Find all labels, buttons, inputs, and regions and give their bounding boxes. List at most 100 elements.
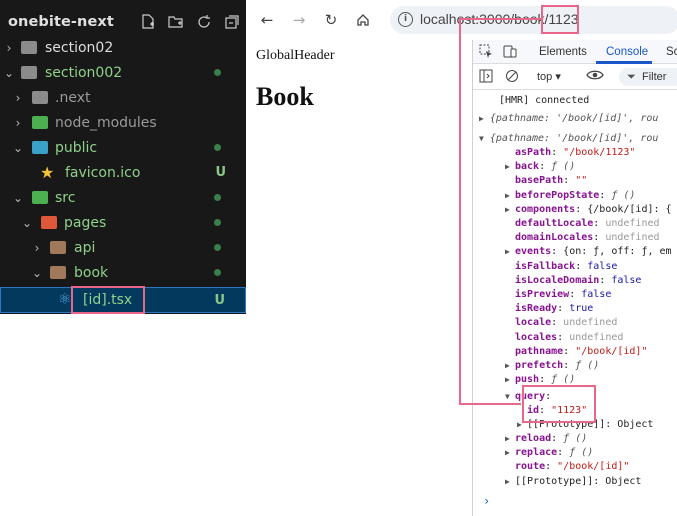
context-selector[interactable]: top ▾	[537, 70, 561, 83]
prop-value: true	[569, 303, 594, 315]
prop-value: false	[581, 289, 612, 300]
console-prop-row: route: "/book/[id]"	[515, 461, 630, 473]
prop-value: ƒ ()	[551, 161, 576, 173]
clear-console-icon[interactable]	[505, 69, 519, 86]
query-highlight-box	[522, 385, 596, 423]
tree-item-src[interactable]: ⌄ src	[0, 185, 246, 210]
next-folder-icon	[32, 91, 48, 104]
console-prop-row[interactable]: ▶ replace: ƒ ()	[505, 446, 593, 460]
reload-icon[interactable]: ↻	[320, 9, 342, 31]
tree-label: book	[74, 264, 109, 281]
new-folder-icon[interactable]	[162, 14, 190, 30]
filter-box[interactable]: ⏷ Filter	[619, 68, 677, 86]
prop-key: isLocaleDomain	[515, 274, 600, 286]
page-heading: Book	[256, 82, 314, 111]
tree-item-section002[interactable]: ⌄ section002	[0, 60, 246, 85]
tree-item-node-modules[interactable]: › node_modules	[0, 110, 246, 135]
home-icon[interactable]	[352, 9, 374, 31]
tab-sources[interactable]: Sc	[666, 46, 677, 58]
tab-elements[interactable]: Elements	[539, 46, 587, 58]
log-preview: {pathname: '/book/[id]', rou	[489, 113, 659, 124]
back-arrow-icon[interactable]: ←	[256, 9, 278, 31]
tree-label: favicon.ico	[65, 164, 141, 181]
console-prop-row[interactable]: ▶ events: {on: ƒ, off: ƒ, em	[505, 245, 672, 259]
prop-key: back	[515, 161, 540, 173]
code-folder-icon	[32, 191, 48, 204]
prop-key: components	[515, 203, 576, 215]
prop-value: {/book/[id]: {	[587, 203, 672, 215]
live-expression-eye-icon[interactable]	[586, 68, 604, 85]
console-prop-row[interactable]: ▶ components: {/book/[id]: {	[505, 203, 672, 217]
prop-value: ƒ ()	[611, 189, 636, 201]
outer-prototype[interactable]: ▶ [[Prototype]]: Object	[505, 475, 641, 489]
console-prop-row[interactable]: ▶ beforePopState: ƒ ()	[505, 189, 636, 203]
tree-item-pages[interactable]: ⌄ pages	[0, 210, 246, 235]
console-log-collapsed[interactable]: ▶ {pathname: '/book/[id]', rou	[479, 112, 658, 126]
new-file-icon[interactable]	[134, 14, 162, 30]
prop-key: asPath	[515, 147, 552, 158]
browser-toolbar: ← → ↻ i localhost:3000/book/1123	[248, 0, 677, 40]
tree-item-api[interactable]: › api	[0, 235, 246, 260]
filename-highlight-box	[71, 286, 145, 314]
refresh-icon[interactable]	[190, 14, 218, 30]
console-prop-row[interactable]: ▶ reload: ƒ ()	[505, 432, 588, 446]
log-preview: {pathname: '/book/[id]', rou	[489, 133, 659, 144]
expand-triangle-icon: ▶	[505, 190, 510, 200]
site-info-icon[interactable]: i	[398, 12, 413, 27]
tree-item-next[interactable]: › .next	[0, 85, 246, 110]
expand-triangle-icon: ▶	[505, 434, 510, 443]
connector-line-bottom	[459, 403, 521, 405]
console-prop-row: asPath: "/book/1123"	[515, 147, 636, 158]
tree-item-public[interactable]: ⌄ public	[0, 135, 246, 160]
expand-triangle-icon: ▶	[505, 204, 510, 214]
prop-value: ƒ ()	[563, 433, 588, 444]
file-explorer: onebite-next › section02 ⌄ section002 › …	[0, 0, 246, 314]
connector-line-vertical	[459, 18, 461, 405]
expand-triangle-icon: ▶	[505, 448, 510, 458]
prop-value: undefined	[563, 317, 618, 329]
collapse-all-icon[interactable]	[218, 14, 246, 30]
node-folder-icon	[32, 116, 48, 129]
console-prop-row: locales: undefined	[515, 331, 624, 343]
tree-label: .next	[55, 89, 91, 106]
expand-triangle-icon: ▶	[505, 361, 510, 370]
browser-window: ← → ↻ i localhost:3000/book/1123 GlobalH…	[248, 0, 677, 516]
console-log-expanded[interactable]: ▼ {pathname: '/book/[id]', rou	[479, 132, 658, 146]
expand-triangle-icon: ▶	[505, 375, 510, 385]
console-prop-row[interactable]: ▶ prefetch: ƒ ()	[505, 359, 599, 373]
devtools-panel: Elements Console Sc top ▾ ⏷ Filter [HMR]…	[472, 40, 677, 516]
prop-key: route	[515, 461, 546, 473]
prop-value: "/book/[id]"	[557, 461, 630, 473]
chevron-right-icon: ›	[15, 115, 21, 130]
prop-value: undefined	[569, 331, 624, 343]
git-status-dot	[214, 244, 221, 251]
console-prop-row[interactable]: ▶ back: ƒ ()	[505, 160, 576, 174]
tree-item-book[interactable]: ⌄ book	[0, 260, 246, 285]
git-status-dot	[214, 219, 221, 226]
sidebar-toggle-icon[interactable]	[479, 69, 493, 86]
tree-item-favicon[interactable]: ★ favicon.ico U	[0, 160, 246, 185]
prop-key: basePath	[515, 175, 564, 187]
prop-value: ""	[575, 175, 588, 187]
device-toolbar-icon[interactable]	[503, 44, 517, 61]
expand-triangle-icon: ▶	[505, 162, 510, 172]
tab-console[interactable]: Console	[606, 46, 648, 58]
chevron-down-icon: ⌄	[22, 215, 33, 230]
console-prop-row: isFallback: false	[515, 260, 618, 272]
console-prop-row: basePath: ""	[515, 175, 588, 187]
forward-arrow-icon[interactable]: →	[288, 9, 310, 31]
inspect-element-icon[interactable]	[479, 44, 493, 61]
git-untracked-badge: U	[214, 292, 225, 308]
tree-item-section02[interactable]: › section02	[0, 35, 246, 60]
prop-value: false	[587, 260, 618, 272]
console-prop-row: isReady: true	[515, 303, 594, 315]
address-bar[interactable]: i localhost:3000/book/1123	[390, 6, 677, 34]
prop-key: pathname	[515, 345, 564, 357]
folder-icon	[21, 41, 37, 54]
star-icon: ★	[40, 163, 55, 182]
prop-key: isPreview	[515, 289, 570, 300]
console-prompt[interactable]: ›	[483, 494, 490, 508]
chevron-down-icon: ⌄	[32, 265, 43, 280]
prop-key: events	[515, 246, 552, 258]
console-prop-row: pathname: "/book/[id]"	[515, 345, 648, 357]
